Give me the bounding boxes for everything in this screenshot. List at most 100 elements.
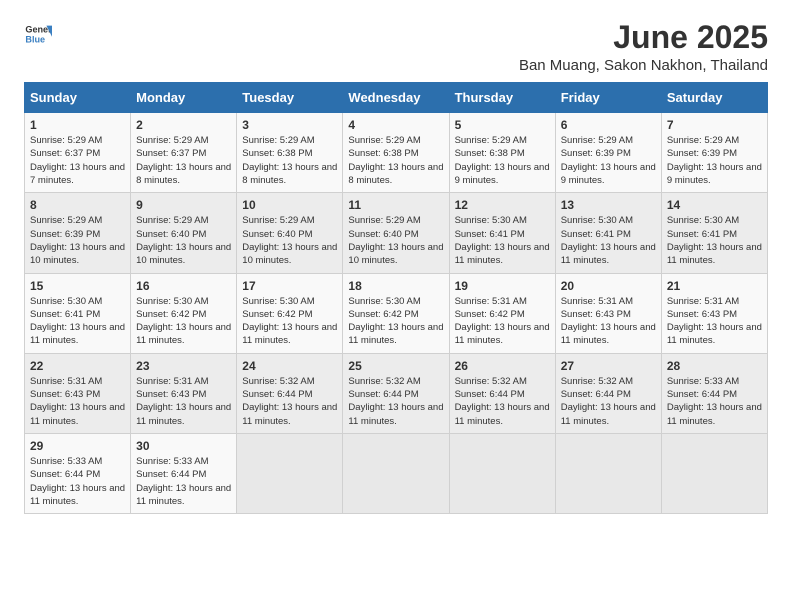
- day-number: 11: [348, 198, 443, 212]
- day-info: Sunrise: 5:32 AMSunset: 6:44 PMDaylight:…: [561, 375, 656, 428]
- calendar-cell: 11 Sunrise: 5:29 AMSunset: 6:40 PMDayligh…: [343, 193, 449, 273]
- calendar-cell: 6 Sunrise: 5:29 AMSunset: 6:39 PMDaylight…: [555, 113, 661, 193]
- col-tuesday: Tuesday: [237, 83, 343, 113]
- col-friday: Friday: [555, 83, 661, 113]
- day-info: Sunrise: 5:29 AMSunset: 6:40 PMDaylight:…: [136, 214, 231, 267]
- day-number: 14: [667, 198, 762, 212]
- day-number: 3: [242, 118, 337, 132]
- day-info: Sunrise: 5:32 AMSunset: 6:44 PMDaylight:…: [455, 375, 550, 428]
- day-info: Sunrise: 5:29 AMSunset: 6:38 PMDaylight:…: [348, 134, 443, 187]
- day-info: Sunrise: 5:30 AMSunset: 6:41 PMDaylight:…: [455, 214, 550, 267]
- calendar-cell: 3 Sunrise: 5:29 AMSunset: 6:38 PMDaylight…: [237, 113, 343, 193]
- day-info: Sunrise: 5:29 AMSunset: 6:40 PMDaylight:…: [242, 214, 337, 267]
- day-number: 19: [455, 279, 550, 293]
- calendar-week-2: 8 Sunrise: 5:29 AMSunset: 6:39 PMDaylight…: [25, 193, 768, 273]
- location-title: Ban Muang, Sakon Nakhon, Thailand: [519, 57, 768, 74]
- logo-icon: General Blue: [24, 20, 52, 48]
- calendar-cell: 19 Sunrise: 5:31 AMSunset: 6:42 PMDayligh…: [449, 273, 555, 353]
- day-number: 21: [667, 279, 762, 293]
- day-number: 27: [561, 359, 656, 373]
- calendar-cell: 8 Sunrise: 5:29 AMSunset: 6:39 PMDaylight…: [25, 193, 131, 273]
- day-info: Sunrise: 5:30 AMSunset: 6:42 PMDaylight:…: [348, 295, 443, 348]
- day-info: Sunrise: 5:29 AMSunset: 6:38 PMDaylight:…: [455, 134, 550, 187]
- title-area: June 2025 Ban Muang, Sakon Nakhon, Thail…: [519, 20, 768, 74]
- calendar-cell: 7 Sunrise: 5:29 AMSunset: 6:39 PMDaylight…: [661, 113, 767, 193]
- calendar-cell: 14 Sunrise: 5:30 AMSunset: 6:41 PMDayligh…: [661, 193, 767, 273]
- day-number: 2: [136, 118, 231, 132]
- logo: General Blue: [24, 20, 52, 48]
- calendar-cell: 30Sunrise: 5:33 AMSunset: 6:44 PMDayligh…: [131, 433, 237, 513]
- day-info: Sunrise: 5:31 AMSunset: 6:43 PMDaylight:…: [667, 295, 762, 348]
- calendar-cell: 10 Sunrise: 5:29 AMSunset: 6:40 PMDayligh…: [237, 193, 343, 273]
- day-info: Sunrise: 5:30 AMSunset: 6:41 PMDaylight:…: [30, 295, 125, 348]
- calendar-cell: 4 Sunrise: 5:29 AMSunset: 6:38 PMDaylight…: [343, 113, 449, 193]
- header-row: Sunday Monday Tuesday Wednesday Thursday…: [25, 83, 768, 113]
- day-info: Sunrise: 5:31 AMSunset: 6:42 PMDaylight:…: [455, 295, 550, 348]
- day-number: 7: [667, 118, 762, 132]
- day-number: 30: [136, 439, 231, 453]
- col-thursday: Thursday: [449, 83, 555, 113]
- day-info: Sunrise: 5:29 AMSunset: 6:39 PMDaylight:…: [667, 134, 762, 187]
- day-info: Sunrise: 5:29 AMSunset: 6:37 PMDaylight:…: [136, 134, 231, 187]
- col-wednesday: Wednesday: [343, 83, 449, 113]
- day-info: Sunrise: 5:32 AMSunset: 6:44 PMDaylight:…: [242, 375, 337, 428]
- day-number: 16: [136, 279, 231, 293]
- calendar-cell: 22 Sunrise: 5:31 AMSunset: 6:43 PMDayligh…: [25, 353, 131, 433]
- calendar-week-5: 29 Sunrise: 5:33 AMSunset: 6:44 PMDayligh…: [25, 433, 768, 513]
- calendar-cell: 13Sunrise: 5:30 AMSunset: 6:41 PMDayligh…: [555, 193, 661, 273]
- day-info: Sunrise: 5:33 AMSunset: 6:44 PMDaylight:…: [30, 455, 125, 508]
- calendar-cell: 1 Sunrise: 5:29 AMSunset: 6:37 PMDaylight…: [25, 113, 131, 193]
- day-number: 22: [30, 359, 125, 373]
- day-number: 12: [455, 198, 550, 212]
- day-number: 23: [136, 359, 231, 373]
- day-number: 5: [455, 118, 550, 132]
- calendar-cell: 12 Sunrise: 5:30 AMSunset: 6:41 PMDayligh…: [449, 193, 555, 273]
- day-info: Sunrise: 5:31 AMSunset: 6:43 PMDaylight:…: [561, 295, 656, 348]
- calendar-cell: 16 Sunrise: 5:30 AMSunset: 6:42 PMDayligh…: [131, 273, 237, 353]
- calendar-cell: 20Sunrise: 5:31 AMSunset: 6:43 PMDayligh…: [555, 273, 661, 353]
- day-info: Sunrise: 5:32 AMSunset: 6:44 PMDaylight:…: [348, 375, 443, 428]
- day-info: Sunrise: 5:31 AMSunset: 6:43 PMDaylight:…: [30, 375, 125, 428]
- header: General Blue June 2025 Ban Muang, Sakon …: [24, 20, 768, 74]
- calendar-cell: 9 Sunrise: 5:29 AMSunset: 6:40 PMDaylight…: [131, 193, 237, 273]
- day-number: 9: [136, 198, 231, 212]
- calendar-week-4: 22 Sunrise: 5:31 AMSunset: 6:43 PMDayligh…: [25, 353, 768, 433]
- calendar-cell: [343, 433, 449, 513]
- day-number: 10: [242, 198, 337, 212]
- col-monday: Monday: [131, 83, 237, 113]
- day-info: Sunrise: 5:29 AMSunset: 6:37 PMDaylight:…: [30, 134, 125, 187]
- calendar-cell: 25Sunrise: 5:32 AMSunset: 6:44 PMDayligh…: [343, 353, 449, 433]
- day-info: Sunrise: 5:30 AMSunset: 6:41 PMDaylight:…: [667, 214, 762, 267]
- calendar-cell: [237, 433, 343, 513]
- day-info: Sunrise: 5:29 AMSunset: 6:39 PMDaylight:…: [30, 214, 125, 267]
- day-number: 18: [348, 279, 443, 293]
- calendar-cell: 28 Sunrise: 5:33 AMSunset: 6:44 PMDayligh…: [661, 353, 767, 433]
- day-info: Sunrise: 5:31 AMSunset: 6:43 PMDaylight:…: [136, 375, 231, 428]
- day-info: Sunrise: 5:29 AMSunset: 6:40 PMDaylight:…: [348, 214, 443, 267]
- day-number: 8: [30, 198, 125, 212]
- calendar-cell: 2 Sunrise: 5:29 AMSunset: 6:37 PMDaylight…: [131, 113, 237, 193]
- day-number: 13: [561, 198, 656, 212]
- day-info: Sunrise: 5:30 AMSunset: 6:42 PMDaylight:…: [136, 295, 231, 348]
- calendar-cell: 5 Sunrise: 5:29 AMSunset: 6:38 PMDaylight…: [449, 113, 555, 193]
- calendar-cell: [449, 433, 555, 513]
- day-number: 4: [348, 118, 443, 132]
- day-number: 1: [30, 118, 125, 132]
- day-number: 28: [667, 359, 762, 373]
- day-number: 15: [30, 279, 125, 293]
- day-info: Sunrise: 5:29 AMSunset: 6:38 PMDaylight:…: [242, 134, 337, 187]
- col-saturday: Saturday: [661, 83, 767, 113]
- calendar-cell: 23 Sunrise: 5:31 AMSunset: 6:43 PMDayligh…: [131, 353, 237, 433]
- day-info: Sunrise: 5:29 AMSunset: 6:39 PMDaylight:…: [561, 134, 656, 187]
- day-number: 6: [561, 118, 656, 132]
- calendar-table: Sunday Monday Tuesday Wednesday Thursday…: [24, 82, 768, 514]
- day-number: 17: [242, 279, 337, 293]
- day-info: Sunrise: 5:33 AMSunset: 6:44 PMDaylight:…: [667, 375, 762, 428]
- day-info: Sunrise: 5:30 AMSunset: 6:42 PMDaylight:…: [242, 295, 337, 348]
- calendar-cell: 26Sunrise: 5:32 AMSunset: 6:44 PMDayligh…: [449, 353, 555, 433]
- month-title: June 2025: [519, 20, 768, 55]
- day-number: 29: [30, 439, 125, 453]
- calendar-cell: 29 Sunrise: 5:33 AMSunset: 6:44 PMDayligh…: [25, 433, 131, 513]
- calendar-cell: 24Sunrise: 5:32 AMSunset: 6:44 PMDayligh…: [237, 353, 343, 433]
- calendar-cell: 27 Sunrise: 5:32 AMSunset: 6:44 PMDayligh…: [555, 353, 661, 433]
